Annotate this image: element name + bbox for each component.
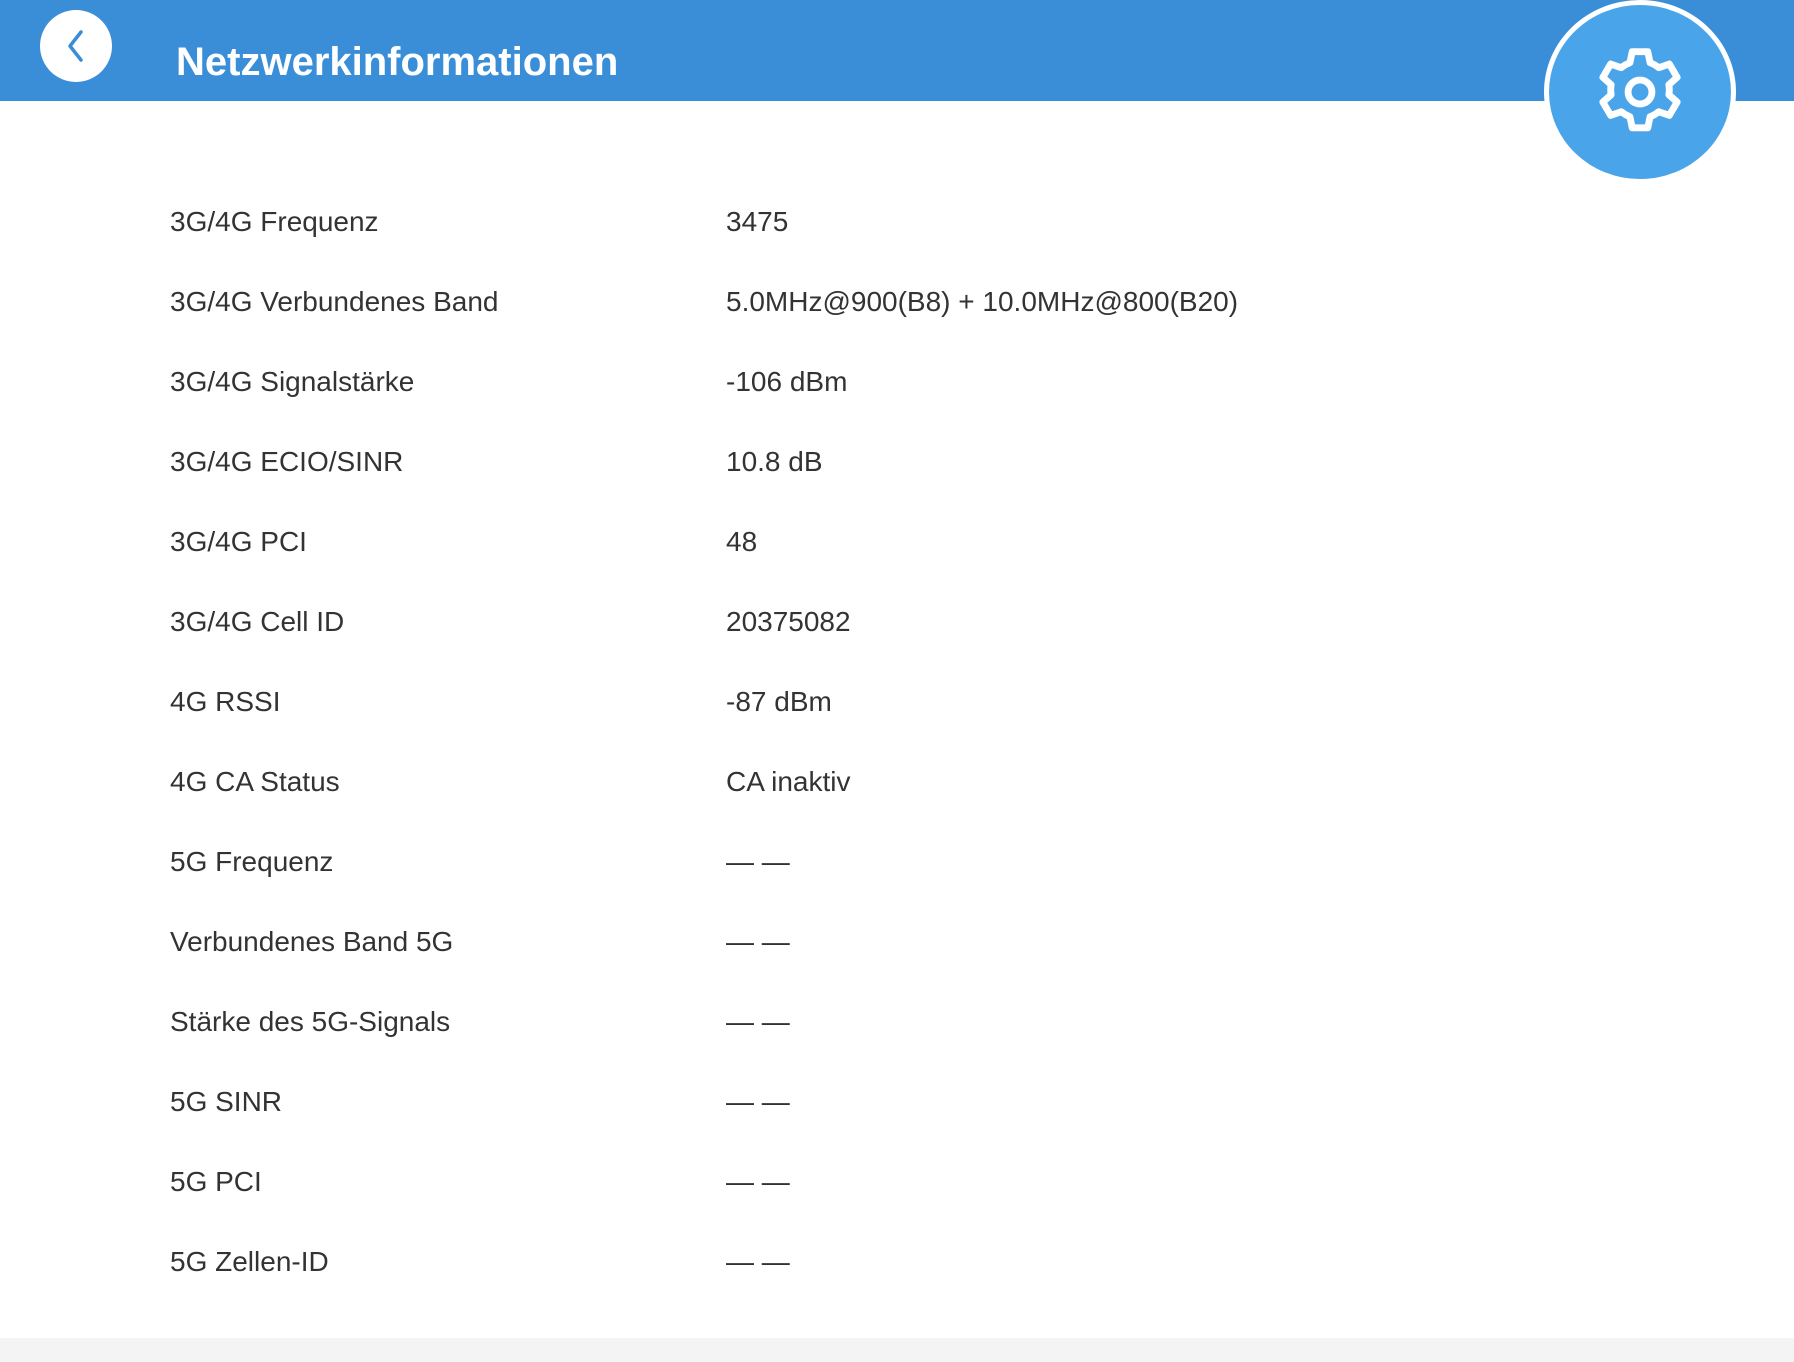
info-label: 3G/4G ECIO/SINR <box>170 446 404 477</box>
info-value: 20375082 <box>726 606 851 637</box>
network-info-list: 3G/4G Frequenz 3475 3G/4G Verbundenes Ba… <box>170 182 1570 1302</box>
footer-strip <box>0 1338 1794 1362</box>
info-label: 3G/4G PCI <box>170 526 307 557</box>
info-value: 5.0MHz@900(B8) + 10.0MHz@800(B20) <box>726 286 1239 317</box>
info-value: — — <box>726 1166 790 1197</box>
info-row-3g4g-cell-id: 3G/4G Cell ID 20375082 <box>170 582 1570 662</box>
header-bar: Netzwerkinformationen <box>0 0 1794 101</box>
info-value: CA inaktiv <box>726 766 851 797</box>
gear-icon <box>1585 37 1695 147</box>
info-value: — — <box>726 846 790 877</box>
info-label: 3G/4G Signalstärke <box>170 366 415 397</box>
page-title: Netzwerkinformationen <box>176 40 619 84</box>
info-row-5g-cell-id: 5G Zellen-ID — — <box>170 1222 1570 1302</box>
info-label: 5G SINR <box>170 1086 283 1117</box>
info-row-3g4g-signal-strength: 3G/4G Signalstärke -106 dBm <box>170 342 1570 422</box>
chevron-left-icon <box>61 26 91 66</box>
info-row-3g4g-ecio-sinr: 3G/4G ECIO/SINR 10.8 dB <box>170 422 1570 502</box>
info-label: 3G/4G Cell ID <box>170 606 345 637</box>
info-value: -106 dBm <box>726 366 848 397</box>
info-row-5g-band: Verbundenes Band 5G — — <box>170 902 1570 982</box>
info-label: Stärke des 5G-Signals <box>170 1006 451 1037</box>
back-button[interactable] <box>40 10 112 82</box>
info-row-3g4g-band: 3G/4G Verbundenes Band 5.0MHz@900(B8) + … <box>170 262 1570 342</box>
info-label: 4G RSSI <box>170 686 281 717</box>
info-row-5g-frequency: 5G Frequenz — — <box>170 822 1570 902</box>
info-label: 5G Zellen-ID <box>170 1246 329 1277</box>
info-row-5g-sinr: 5G SINR — — <box>170 1062 1570 1142</box>
info-value: 10.8 dB <box>726 446 823 477</box>
info-label: 3G/4G Frequenz <box>170 206 379 237</box>
info-value: — — <box>726 926 790 957</box>
info-label: Verbundenes Band 5G <box>170 926 454 957</box>
info-value: — — <box>726 1086 790 1117</box>
info-label: 3G/4G Verbundenes Band <box>170 286 499 317</box>
info-value: 48 <box>726 526 758 557</box>
info-row-3g4g-pci: 3G/4G PCI 48 <box>170 502 1570 582</box>
settings-button[interactable] <box>1544 0 1736 184</box>
info-row-5g-signal-strength: Stärke des 5G-Signals — — <box>170 982 1570 1062</box>
info-value: 3475 <box>726 206 789 237</box>
info-value: — — <box>726 1246 790 1277</box>
info-label: 5G Frequenz <box>170 846 334 877</box>
info-row-4g-rssi: 4G RSSI -87 dBm <box>170 662 1570 742</box>
info-value: — — <box>726 1006 790 1037</box>
info-label: 5G PCI <box>170 1166 262 1197</box>
info-row-5g-pci: 5G PCI — — <box>170 1142 1570 1222</box>
info-row-4g-ca-status: 4G CA Status CA inaktiv <box>170 742 1570 822</box>
info-value: -87 dBm <box>726 686 832 717</box>
info-row-3g4g-frequency: 3G/4G Frequenz 3475 <box>170 182 1570 262</box>
info-label: 4G CA Status <box>170 766 340 797</box>
